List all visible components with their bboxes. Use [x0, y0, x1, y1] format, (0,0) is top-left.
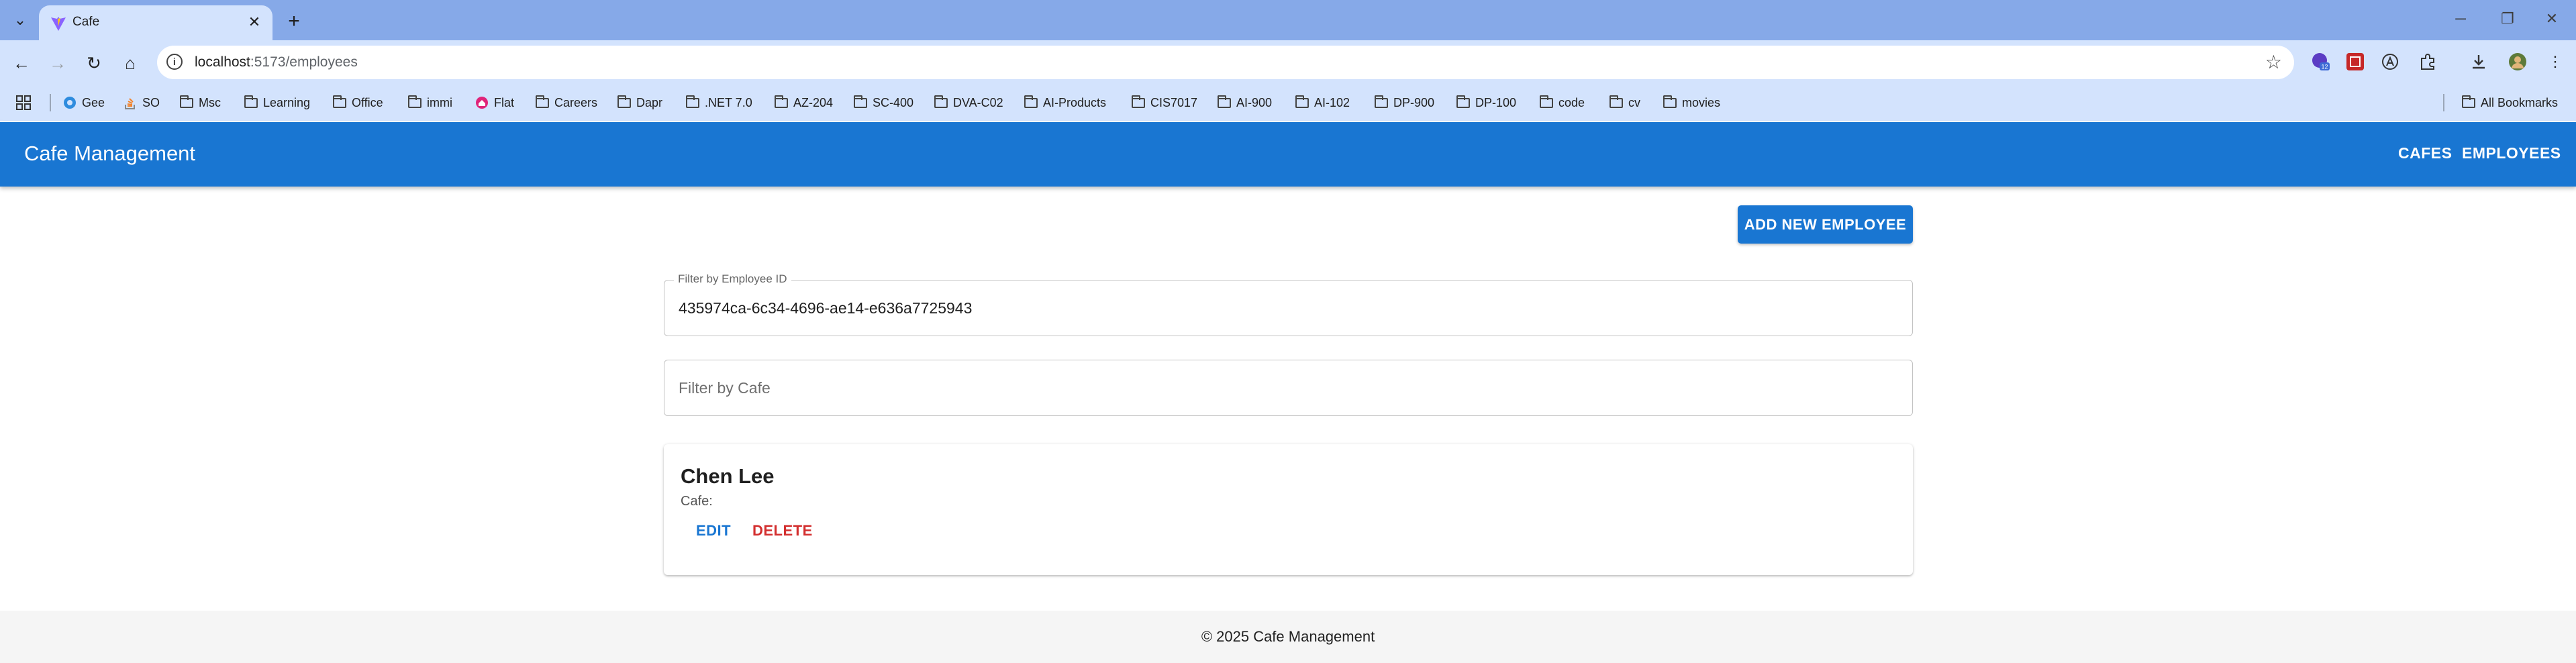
home-icon[interactable]: ⌂: [117, 50, 144, 76]
bookmark-dp-100[interactable]: DP-100: [1456, 93, 1516, 113]
nav-employees-link[interactable]: EMPLOYEES: [2462, 144, 2561, 162]
bookmark-dp-900[interactable]: DP-900: [1375, 93, 1434, 113]
folder-icon: [617, 95, 631, 108]
stackoverflow-icon: [125, 98, 135, 109]
footer: © 2025 Cafe Management: [0, 611, 2576, 663]
folder-icon: [1218, 95, 1231, 108]
bookmark-movies[interactable]: movies: [1663, 93, 1720, 113]
folder-icon: [854, 95, 867, 108]
employee-id-filter-label: Filter by Employee ID: [674, 272, 791, 286]
vite-favicon-icon: [51, 17, 66, 31]
back-icon[interactable]: ←: [8, 50, 35, 76]
app-title: Cafe Management: [24, 142, 196, 165]
employee-id-filter-field[interactable]: Filter by Employee ID 435974ca-6c34-4696…: [664, 272, 1913, 336]
close-window-icon[interactable]: ✕: [2537, 7, 2567, 31]
add-new-employee-button[interactable]: ADD NEW EMPLOYEE: [1738, 205, 1913, 244]
nav-cafes-link[interactable]: CAFES: [2398, 144, 2452, 162]
bookmark-careers[interactable]: Careers: [536, 93, 597, 113]
bookmark-dotnet[interactable]: .NET 7.0: [686, 93, 752, 113]
employee-cafe: Cafe:: [681, 494, 713, 509]
folder-icon: [408, 95, 422, 108]
bookmark-cv[interactable]: cv: [1609, 93, 1640, 113]
bookmarks-bar: Gee SO Msc Learning Office immi Flat Car…: [0, 85, 2576, 121]
accessibility-extension-icon[interactable]: [2379, 50, 2401, 73]
folder-icon: [775, 95, 788, 108]
tab-close-icon[interactable]: ✕: [244, 12, 264, 32]
tab-title: Cafe: [72, 15, 100, 29]
reload-icon[interactable]: ↻: [81, 50, 107, 76]
bookmark-gee[interactable]: Gee: [63, 93, 105, 113]
folder-icon: [1609, 95, 1623, 108]
cafe-filter-field[interactable]: Filter by Cafe: [664, 360, 1913, 416]
pdf-extension-icon[interactable]: [2344, 50, 2367, 73]
bookmark-immi[interactable]: immi: [408, 93, 452, 113]
app-header: Cafe Management CAFES EMPLOYEES: [0, 122, 2576, 187]
tab-search-chevron-icon[interactable]: ⌄: [8, 8, 32, 32]
folder-icon: [2462, 95, 2475, 108]
copilot-icon: [64, 97, 76, 109]
folder-icon: [686, 95, 699, 108]
new-tab-icon[interactable]: +: [282, 9, 306, 34]
folder-icon: [934, 95, 948, 108]
forward-icon[interactable]: →: [44, 50, 71, 76]
bookmark-star-icon[interactable]: ☆: [2265, 51, 2282, 73]
bookmark-learning[interactable]: Learning: [244, 93, 310, 113]
bookmark-msc[interactable]: Msc: [180, 93, 221, 113]
extensions-puzzle-icon[interactable]: [2416, 50, 2439, 73]
folder-icon: [536, 95, 549, 108]
bookmark-office[interactable]: Office: [333, 93, 383, 113]
bookmarks-separator: [50, 94, 51, 111]
folder-icon: [1024, 95, 1038, 108]
download-icon[interactable]: [2467, 50, 2490, 73]
bookmark-so[interactable]: SO: [123, 93, 160, 113]
extension-icon[interactable]: 12: [2309, 50, 2332, 73]
folder-icon: [1540, 95, 1553, 108]
delete-employee-button[interactable]: DELETE: [752, 522, 813, 540]
folder-icon: [1375, 95, 1388, 108]
bookmark-sc-400[interactable]: SC-400: [854, 93, 913, 113]
folder-icon: [333, 95, 346, 108]
folder-icon: [180, 95, 193, 108]
employee-card: Chen Lee Cafe: EDIT DELETE: [664, 444, 1913, 575]
browser-tabstrip: ⌄ Cafe ✕ + ─ ❐ ✕: [0, 0, 2576, 40]
footer-copyright: © 2025 Cafe Management: [1201, 628, 1375, 645]
employee-name: Chen Lee: [681, 464, 775, 488]
bookmarks-separator: [2443, 94, 2444, 111]
bookmark-flat[interactable]: Flat: [475, 93, 514, 113]
address-bar[interactable]: i localhost:5173/employees ☆: [157, 46, 2294, 79]
url-text: localhost:5173/employees: [195, 54, 358, 70]
folder-icon: [244, 95, 258, 108]
restore-icon[interactable]: ❐: [2493, 7, 2522, 31]
minimize-icon[interactable]: ─: [2446, 7, 2475, 31]
browser-tab[interactable]: Cafe ✕: [39, 5, 273, 40]
all-bookmarks[interactable]: All Bookmarks: [2462, 93, 2558, 113]
folder-icon: [1132, 95, 1145, 108]
edit-employee-button[interactable]: EDIT: [696, 522, 731, 540]
folder-icon: [1663, 95, 1677, 108]
browser-toolbar: ← → ↻ ⌂ i localhost:5173/employees ☆ 12 …: [0, 40, 2576, 85]
folder-icon: [1295, 95, 1309, 108]
bookmark-cis7017[interactable]: CIS7017: [1132, 93, 1197, 113]
bookmark-ai-products[interactable]: AI-Products: [1024, 93, 1106, 113]
site-info-icon[interactable]: i: [166, 54, 183, 70]
menu-kebab-icon[interactable]: ⋮: [2544, 50, 2567, 73]
bookmark-code[interactable]: code: [1540, 93, 1585, 113]
flat-site-icon: [476, 97, 488, 109]
bookmark-dva-c02[interactable]: DVA-C02: [934, 93, 1003, 113]
employee-id-filter-value[interactable]: 435974ca-6c34-4696-ae14-e636a7725943: [679, 299, 972, 317]
profile-avatar-icon[interactable]: [2506, 50, 2529, 73]
bookmark-dapr[interactable]: Dapr: [617, 93, 662, 113]
bookmark-az-204[interactable]: AZ-204: [775, 93, 833, 113]
svg-text:12: 12: [2321, 64, 2328, 70]
cafe-filter-placeholder[interactable]: Filter by Cafe: [679, 379, 771, 397]
bookmark-ai-900[interactable]: AI-900: [1218, 93, 1272, 113]
apps-grid-icon[interactable]: [16, 93, 31, 113]
folder-icon: [1456, 95, 1470, 108]
bookmark-ai-102[interactable]: AI-102: [1295, 93, 1350, 113]
